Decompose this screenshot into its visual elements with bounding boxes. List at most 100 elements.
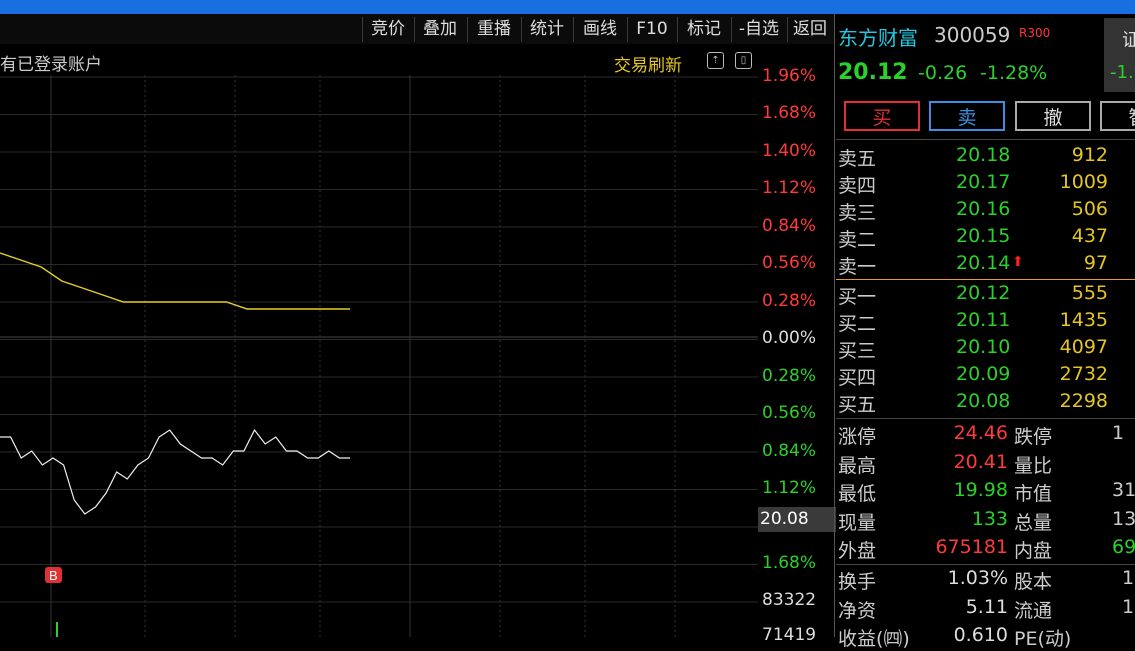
level-price: 20.10 bbox=[956, 336, 1011, 358]
toolbar-button[interactable]: 返回 bbox=[787, 17, 832, 42]
trade-button[interactable]: 智 bbox=[1100, 101, 1135, 131]
toolbar-button[interactable]: 统计 bbox=[521, 17, 572, 42]
account-status: 有已登录账户 bbox=[0, 55, 102, 75]
level-volume: 97 bbox=[1083, 252, 1108, 274]
toolbar-button[interactable]: F10 bbox=[627, 17, 676, 42]
stock-badge: R300 bbox=[1019, 26, 1051, 40]
level-volume: 437 bbox=[1071, 225, 1108, 247]
pct-tick-label: 0.28% bbox=[762, 366, 817, 386]
stat-value: 1.03% bbox=[947, 567, 1008, 589]
divider bbox=[836, 564, 1135, 565]
toolbar-button[interactable]: -自选 bbox=[731, 17, 786, 42]
avg-price-line bbox=[0, 252, 350, 310]
volume-tick: 83322 bbox=[762, 590, 817, 610]
trade-refresh-button[interactable]: 交易刷新 bbox=[614, 51, 682, 76]
toolbar-button[interactable]: 重播 bbox=[467, 17, 520, 42]
toolbar-button[interactable]: 画线 bbox=[573, 17, 626, 42]
panel-divider bbox=[834, 14, 835, 637]
ask-row[interactable]: 卖二 20.15 437 bbox=[838, 225, 1135, 251]
level-volume: 4097 bbox=[1059, 336, 1108, 358]
stat-label: 流通 bbox=[1014, 599, 1053, 622]
up-arrow-icon: ⬆ bbox=[1012, 254, 1024, 270]
level-price: 20.12 bbox=[956, 282, 1011, 304]
level-label: 卖一 bbox=[838, 256, 877, 278]
price-line bbox=[0, 428, 350, 515]
stock-code: 300059 bbox=[934, 23, 1011, 47]
stat-value: 1 bbox=[1122, 595, 1135, 618]
stat-value: 13 bbox=[1112, 507, 1135, 530]
pct-tick-label: 1.68% bbox=[762, 553, 817, 573]
bid-row[interactable]: 买四 20.09 2732 bbox=[838, 363, 1135, 389]
pct-tick-label: 0.56% bbox=[762, 253, 817, 273]
level-label: 买三 bbox=[838, 340, 877, 362]
index-box[interactable]: 证 -1.6 bbox=[1104, 18, 1135, 92]
index-change: -1.6 bbox=[1110, 62, 1135, 83]
level-label: 卖五 bbox=[838, 148, 877, 170]
stat-label: PE(动) bbox=[1014, 628, 1072, 650]
stat-label: 股本 bbox=[1014, 571, 1053, 593]
level-label: 卖二 bbox=[838, 229, 877, 251]
trade-button[interactable]: 撤 bbox=[1015, 101, 1091, 131]
trade-button[interactable]: 卖 bbox=[929, 101, 1005, 131]
stat-value: 31 bbox=[1112, 479, 1135, 501]
current-price-label: 20.08 bbox=[758, 507, 836, 532]
stat-label: 现量 bbox=[838, 511, 877, 534]
ask-row[interactable]: 卖一 20.14 ⬆ 97 bbox=[838, 252, 1135, 278]
stat-label: 净资 bbox=[838, 599, 877, 622]
index-label: 证 bbox=[1122, 30, 1135, 51]
intraday-chart[interactable]: B bbox=[0, 75, 758, 637]
bid-row[interactable]: 买二 20.11 1435 bbox=[838, 309, 1135, 335]
level-price: 20.08 bbox=[956, 390, 1011, 412]
trade-button[interactable]: 买 bbox=[844, 101, 920, 131]
stat-value: 69 bbox=[1112, 536, 1135, 558]
stat-value: 1 bbox=[1122, 567, 1135, 589]
level-label: 卖三 bbox=[838, 202, 877, 224]
level-volume: 1435 bbox=[1059, 309, 1108, 331]
ask-row[interactable]: 卖五 20.18 912 bbox=[838, 144, 1135, 170]
toolbar-button[interactable]: 叠加 bbox=[414, 17, 465, 42]
pct-tick-label: 1.96% bbox=[762, 66, 817, 86]
pct-tick-label: 1.40% bbox=[762, 141, 817, 161]
level-label: 买一 bbox=[838, 286, 877, 308]
stat-value: 5.11 bbox=[965, 595, 1008, 618]
toolbar-button[interactable]: 竞价 bbox=[362, 17, 413, 42]
level-volume: 506 bbox=[1071, 198, 1108, 220]
stat-label: 跌停 bbox=[1014, 426, 1053, 448]
buy-marker-label: B bbox=[49, 568, 58, 583]
level-label: 卖四 bbox=[838, 175, 877, 197]
level-price: 20.09 bbox=[956, 363, 1011, 385]
stat-label: 总量 bbox=[1014, 511, 1053, 534]
stat-label: 换手 bbox=[838, 571, 877, 593]
level-volume: 2298 bbox=[1059, 390, 1108, 412]
stat-value: 24.46 bbox=[953, 422, 1008, 444]
stock-name: 东方财富 bbox=[838, 26, 918, 50]
last-price: 20.12 bbox=[838, 60, 908, 85]
stat-value: 0.610 bbox=[953, 624, 1008, 646]
ask-row[interactable]: 卖四 20.17 1009 bbox=[838, 171, 1135, 197]
stat-label: 涨停 bbox=[838, 426, 877, 448]
bid-row[interactable]: 买一 20.12 555 bbox=[838, 282, 1135, 308]
toolbar-button[interactable]: 标记 bbox=[677, 17, 730, 42]
pct-tick-label: 0.84% bbox=[762, 216, 817, 236]
divider bbox=[836, 418, 1135, 419]
ask-row[interactable]: 卖三 20.16 506 bbox=[838, 198, 1135, 224]
level-price: 20.14 bbox=[956, 252, 1011, 274]
level-price: 20.15 bbox=[956, 225, 1011, 247]
volume-tick: 71419 bbox=[762, 625, 817, 645]
upload-icon[interactable]: ⇡ bbox=[707, 52, 724, 69]
bid-row[interactable]: 买三 20.10 4097 bbox=[838, 336, 1135, 362]
level-price: 20.16 bbox=[956, 198, 1011, 220]
title-strip bbox=[0, 0, 1135, 14]
bid-row[interactable]: 买五 20.08 2298 bbox=[838, 390, 1135, 416]
stat-value: 20.41 bbox=[953, 450, 1008, 473]
pct-tick-label: 1.12% bbox=[762, 478, 817, 498]
pct-tick-label: 1.12% bbox=[762, 178, 817, 198]
price-change-pct: -1.28% bbox=[980, 62, 1048, 84]
stat-value: 1 bbox=[1112, 422, 1125, 444]
spread-divider bbox=[836, 279, 1135, 280]
level-label: 买五 bbox=[838, 394, 877, 416]
panel-toggle-icon[interactable]: ▯ bbox=[735, 52, 752, 69]
level-volume: 555 bbox=[1071, 282, 1108, 304]
stat-label: 最低 bbox=[838, 483, 877, 505]
pct-tick-label: 1.68% bbox=[762, 103, 817, 123]
